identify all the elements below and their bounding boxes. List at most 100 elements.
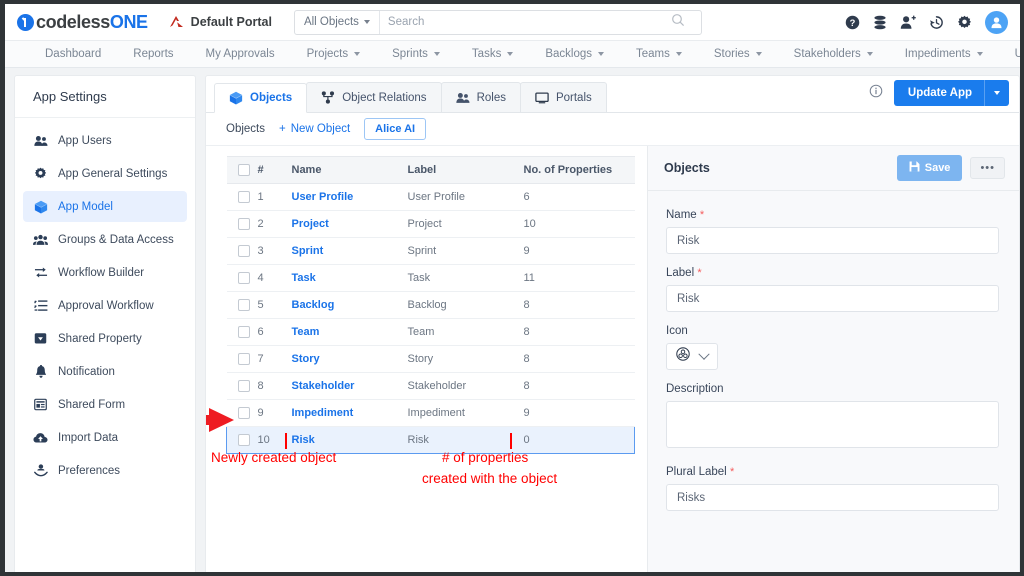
row-checkbox[interactable]	[237, 191, 250, 203]
sidebar-item-label: Import Data	[58, 431, 119, 444]
select-all-header	[226, 156, 258, 184]
table-row[interactable]: 7 Story Story 8	[226, 345, 635, 373]
row-checkbox[interactable]	[237, 299, 250, 311]
plural-label-input[interactable]	[666, 484, 999, 511]
column-header-number[interactable]: #	[257, 156, 292, 184]
logo-text-codeless: codeless	[36, 11, 110, 32]
nav-item-projects[interactable]: Projects	[291, 48, 377, 60]
row-checkbox[interactable]	[237, 380, 250, 392]
label-input[interactable]	[666, 285, 999, 312]
sidebar-item-label: Workflow Builder	[58, 266, 145, 279]
row-checkbox[interactable]	[237, 272, 250, 284]
row-checkbox[interactable]	[237, 326, 250, 338]
nav-item-my-approvals[interactable]: My Approvals	[190, 48, 291, 60]
nav-item-stakeholders[interactable]: Stakeholders	[778, 48, 889, 60]
nav-item-sprints[interactable]: Sprints	[376, 48, 456, 60]
field-label-label-text: Label	[666, 267, 695, 279]
table-row[interactable]: 2 Project Project 10	[226, 210, 635, 238]
sidebar-item-app-general-settings[interactable]: App General Settings	[23, 158, 187, 189]
object-name-link[interactable]: User Profile	[292, 191, 354, 203]
cell-number: 3	[257, 237, 292, 265]
tab-objects[interactable]: Objects	[214, 83, 308, 113]
cell-name: Backlog	[291, 291, 408, 319]
update-app-button[interactable]: Update App	[893, 80, 1009, 106]
column-header-label[interactable]: Label	[407, 156, 524, 184]
object-name-link[interactable]: Risk	[292, 434, 315, 446]
object-name-link[interactable]: Story	[292, 353, 320, 365]
object-name-link[interactable]: Backlog	[292, 299, 335, 311]
add-user-icon[interactable]	[900, 15, 916, 30]
table-row[interactable]: 5 Backlog Backlog 8	[226, 291, 635, 319]
sidebar-item-import-data[interactable]: Import Data	[23, 422, 187, 453]
object-name-link[interactable]: Project	[292, 218, 329, 230]
search-scope-dropdown[interactable]: All Objects	[295, 10, 380, 34]
objects-table-area: # Name Label No. of Properties 1 User Pro…	[206, 146, 647, 572]
field-label: Label *	[666, 267, 999, 312]
table-row[interactable]: 3 Sprint Sprint 9	[226, 237, 635, 265]
table-row[interactable]: 6 Team Team 8	[226, 318, 635, 346]
table-row[interactable]: 4 Task Task 11	[226, 264, 635, 292]
history-icon[interactable]	[929, 15, 944, 30]
nav-item-reports[interactable]: Reports	[117, 48, 189, 60]
search-icon[interactable]	[671, 13, 685, 32]
alice-ai-button[interactable]: Alice AI	[364, 118, 427, 140]
info-icon[interactable]	[869, 84, 883, 103]
cell-properties-count: 8	[523, 345, 635, 373]
object-name-link[interactable]: Task	[292, 272, 316, 284]
annotation-text-properties-2: created with the object	[422, 471, 558, 486]
table-row[interactable]: 9 Impediment Impediment 9	[226, 399, 635, 427]
search-input[interactable]	[387, 16, 671, 28]
description-textarea[interactable]	[666, 401, 999, 448]
sidebar-item-app-users[interactable]: App Users	[23, 125, 187, 156]
object-name-link[interactable]: Team	[292, 326, 320, 338]
more-options-button[interactable]: •••	[970, 157, 1005, 179]
table-row[interactable]: 1 User Profile User Profile 6	[226, 183, 635, 211]
row-checkbox[interactable]	[237, 245, 250, 257]
sidebar-item-shared-form[interactable]: Shared Form	[23, 389, 187, 420]
select-all-checkbox[interactable]	[237, 164, 250, 176]
object-name-link[interactable]: Stakeholder	[292, 380, 355, 392]
sidebar-item-workflow-builder[interactable]: Workflow Builder	[23, 257, 187, 288]
icon-picker[interactable]	[666, 343, 718, 370]
nav-item-dashboard[interactable]: Dashboard	[29, 48, 117, 60]
object-name-link[interactable]: Impediment	[292, 407, 354, 419]
gear-icon[interactable]	[957, 15, 972, 30]
logo[interactable]: codelessONE	[17, 12, 148, 33]
row-checkbox-cell	[226, 345, 258, 373]
object-name-link[interactable]: Sprint	[292, 245, 324, 257]
column-header-name[interactable]: Name	[291, 156, 408, 184]
nav-item-label: My Approvals	[205, 48, 275, 60]
column-header-properties[interactable]: No. of Properties	[523, 156, 635, 184]
name-input[interactable]	[666, 227, 999, 254]
tab-portals[interactable]: Portals	[519, 82, 607, 112]
row-checkbox[interactable]	[238, 434, 250, 446]
help-icon[interactable]: ?	[845, 15, 860, 30]
row-checkbox[interactable]	[237, 218, 250, 230]
sidebar-item-notification[interactable]: Notification	[23, 356, 187, 387]
nav-item-backlogs[interactable]: Backlogs	[529, 48, 620, 60]
tab-object-relations[interactable]: Object Relations	[306, 82, 442, 112]
nav-item-tasks[interactable]: Tasks	[456, 48, 529, 60]
nav-item-user-profiles[interactable]: User Profiles	[999, 48, 1020, 60]
save-button[interactable]: Save	[896, 155, 963, 181]
sidebar-item-shared-property[interactable]: Shared Property	[23, 323, 187, 354]
row-checkbox[interactable]	[237, 353, 250, 365]
table-row[interactable]: 8 Stakeholder Stakeholder 8	[226, 372, 635, 400]
table-row[interactable]: 10 Risk Risk 0	[226, 426, 635, 454]
sidebar-item-approval-workflow[interactable]: Approval Workflow	[23, 290, 187, 321]
nav-item-teams[interactable]: Teams	[620, 48, 698, 60]
field-icon-label: Icon	[666, 325, 688, 337]
new-object-button[interactable]: + New Object	[279, 123, 350, 135]
portal-selector[interactable]: Default Portal	[168, 15, 272, 29]
tab-roles[interactable]: Roles	[440, 82, 521, 112]
nav-item-stories[interactable]: Stories	[698, 48, 778, 60]
nav-item-impediments[interactable]: Impediments	[889, 48, 999, 60]
update-app-dropdown[interactable]	[985, 91, 1009, 95]
sidebar-item-groups-data-access[interactable]: Groups & Data Access	[23, 224, 187, 255]
avatar[interactable]	[985, 10, 1008, 34]
database-icon[interactable]	[873, 15, 887, 30]
cell-number: 2	[257, 210, 292, 238]
sidebar-item-preferences[interactable]: Preferences	[23, 455, 187, 486]
sidebar-item-app-model[interactable]: App Model	[23, 191, 187, 222]
row-checkbox[interactable]	[237, 407, 250, 419]
